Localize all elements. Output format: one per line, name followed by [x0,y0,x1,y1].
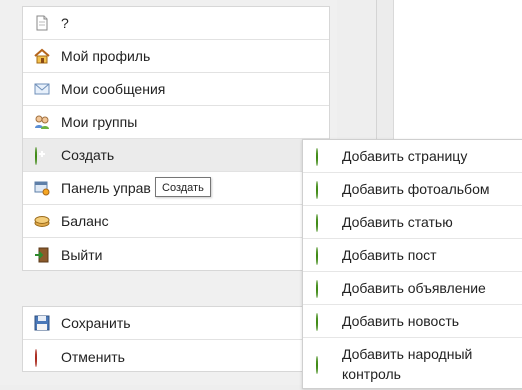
menu-item-label: Мои сообщения [61,81,166,97]
exit-door-icon [34,247,50,263]
plus-circle-icon [315,247,331,265]
cancel-button[interactable]: Отменить [23,340,329,373]
menu-item-label: Мой профиль [61,48,151,64]
menu-item-groups[interactable]: Мои группы [23,106,329,139]
cancel-label: Отменить [61,348,125,365]
menu-item-label: Баланс [61,213,109,229]
menu-item-help[interactable]: ? [23,7,329,40]
save-button[interactable]: Сохранить [23,307,329,340]
save-label: Сохранить [61,315,131,331]
submenu-item-add-photoalbum[interactable]: Добавить фотоальбом [303,173,522,206]
menu-item-label: Мои группы [61,114,138,130]
cancel-circle-icon [34,348,50,367]
plus-circle-icon [315,280,331,298]
envelope-icon [34,81,50,97]
menu-item-logout[interactable]: Выйти [23,238,329,271]
plus-circle-icon [315,313,331,331]
submenu-item-add-ad[interactable]: Добавить объявление [303,272,522,305]
menu-item-balance[interactable]: Баланс [23,205,329,238]
plus-circle-icon [315,181,331,199]
plus-circle-icon [34,147,50,165]
plus-circle-icon [315,356,331,374]
menu-item-label: Создать [61,147,115,163]
floppy-disk-icon [34,315,50,331]
menu-item-profile[interactable]: Мой профиль [23,40,329,73]
submenu-item-label: Добавить народный контроль [342,346,473,382]
submenu-item-label: Добавить статью [342,214,453,230]
submenu-item-label: Добавить объявление [342,280,486,296]
control-panel-icon [34,180,50,196]
plus-circle-icon [315,148,331,166]
tooltip: Создать [155,177,211,197]
menu-item-label: Выйти [61,246,103,263]
actions-menu: Сохранить Отменить [22,306,330,372]
page-icon [34,15,50,31]
create-submenu: Добавить страницу Добавить фотоальбом До… [302,139,522,389]
content-frame [393,0,522,151]
main-menu: ? Мой профиль Мои сообщения Мои группы С… [22,6,330,271]
submenu-item-label: Добавить пост [342,247,437,263]
users-icon [34,114,50,130]
submenu-item-add-news[interactable]: Добавить новость [303,305,522,338]
submenu-item-add-post[interactable]: Добавить пост [303,239,522,272]
submenu-item-label: Добавить фотоальбом [342,181,490,197]
plus-circle-icon [315,214,331,232]
coins-icon [34,213,50,229]
menu-item-messages[interactable]: Мои сообщения [23,73,329,106]
submenu-item-label: Добавить страницу [342,148,468,164]
home-icon [34,48,50,64]
submenu-item-add-article[interactable]: Добавить статью [303,206,522,239]
menu-item-label: ? [61,15,69,31]
menu-item-create[interactable]: Создать [23,139,329,172]
submenu-item-add-page[interactable]: Добавить страницу [303,140,522,173]
submenu-item-label: Добавить новость [342,313,460,329]
submenu-item-add-public-control[interactable]: Добавить народный контроль [303,338,522,390]
menu-item-label: Панель управ [61,180,151,196]
